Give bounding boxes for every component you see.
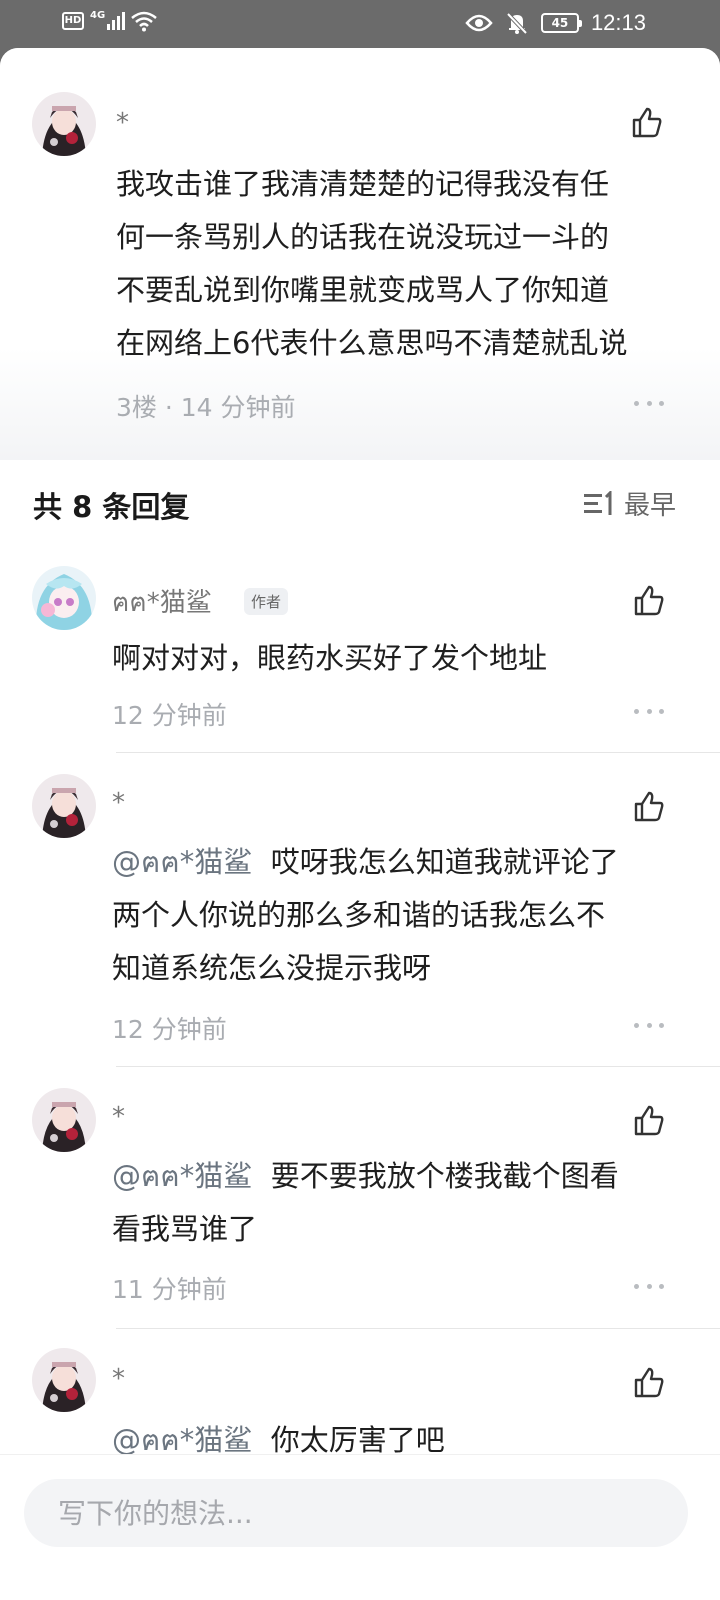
avatar-image [32,1088,96,1152]
comment-meta: 3楼 · 14 分钟前 [116,393,296,422]
like-icon[interactable] [632,790,666,824]
reply-meta: 12 分钟前 [112,1015,227,1044]
comment-input-bar [0,1454,720,1600]
reply-line: 啊对对对，眼药水买好了发个地址 [112,641,548,675]
username[interactable]: * [112,788,125,818]
avatar-image [32,92,96,156]
avatar[interactable] [32,1088,96,1152]
mention-link[interactable]: @ฅฅ*猫鲨 [112,1423,252,1457]
reply-line: 你太厉害了吧 [270,1423,445,1457]
reply-line: 知道系统怎么没提示我呀 [112,951,432,985]
status-left: HD 4G [62,10,157,32]
parent-comment: * 我攻击谁了我清清楚楚的记得我没有任 何一条骂别人的话我在说没玩过一斗的 不要… [0,48,720,460]
comment-input[interactable] [24,1479,688,1547]
battery-icon: 45 [540,13,582,33]
signal-icon [107,12,126,30]
username[interactable]: ฅฅ*猫鲨 [112,582,212,623]
divider [116,1328,720,1329]
sort-icon [583,490,612,515]
comment-line: 我攻击谁了我清清楚楚的记得我没有任 [116,167,610,201]
network-type: 4G [90,9,106,21]
author-badge: 作者 [244,588,289,615]
reply-body: @ฅฅ*猫鲨 哎呀我怎么知道我就评论了 两个人你说的那么多和谐的话我怎么不 知道… [112,836,682,995]
comment-line: 何一条骂别人的话我在说没玩过一斗的 [116,220,610,254]
reply-meta: 11 分钟前 [112,1275,227,1304]
username[interactable]: * [112,1102,125,1132]
reply-meta: 12 分钟前 [112,701,227,730]
reply-line: 要不要我放个楼我截个图看 [270,1159,619,1193]
username[interactable]: * [112,1364,125,1394]
avatar-image [32,1348,96,1412]
like-icon[interactable] [632,1366,666,1400]
avatar[interactable] [32,566,96,630]
reply-line: 哎呀我怎么知道我就评论了 [270,845,619,879]
avatar-image [32,774,96,838]
avatar[interactable] [32,1348,96,1412]
more-icon[interactable] [634,1020,664,1030]
reply-body: 啊对对对，眼药水买好了发个地址 [112,632,672,685]
divider [116,1066,720,1067]
more-icon[interactable] [634,1281,664,1291]
reply-body: @ฅฅ*猫鲨 要不要我放个楼我截个图看 看我骂谁了 [112,1150,682,1256]
more-icon[interactable] [634,706,664,716]
divider [116,752,720,753]
comment-line: 不要乱说到你嘴里就变成骂人了你知道 [116,273,610,307]
mute-bell-icon [506,12,528,35]
reply-line: 看我骂谁了 [112,1212,258,1246]
more-icon[interactable] [634,398,664,408]
comment-body: 我攻击谁了我清清楚楚的记得我没有任 何一条骂别人的话我在说没玩过一斗的 不要乱说… [116,158,686,370]
sort-label: 最早 [623,491,676,521]
eye-icon [465,14,493,32]
comment-line: 在网络上6代表什么意思吗不清楚就乱说 [116,326,628,360]
status-bar: HD 4G 45 12:13 [0,0,720,48]
avatar[interactable] [32,92,96,156]
reply-line: 两个人你说的那么多和谐的话我怎么不 [112,898,606,932]
mention-link[interactable]: @ฅฅ*猫鲨 [112,1159,252,1193]
wifi-icon [131,11,157,32]
username[interactable]: * [116,108,129,138]
mention-link[interactable]: @ฅฅ*猫鲨 [112,845,252,879]
like-icon[interactable] [632,584,666,618]
reply-sheet: * 我攻击谁了我清清楚楚的记得我没有任 何一条骂别人的话我在说没玩过一斗的 不要… [0,48,720,1600]
hd-icon: HD [62,12,84,30]
avatar-image [32,566,96,630]
sort-button[interactable]: 最早 [583,485,676,522]
like-icon[interactable] [632,1104,666,1138]
replies-count: 共 8 条回复 [33,490,190,524]
clock: 12:13 [590,10,646,35]
avatar[interactable] [32,774,96,838]
status-right: 45 12:13 [465,10,646,36]
like-icon[interactable] [630,106,664,140]
